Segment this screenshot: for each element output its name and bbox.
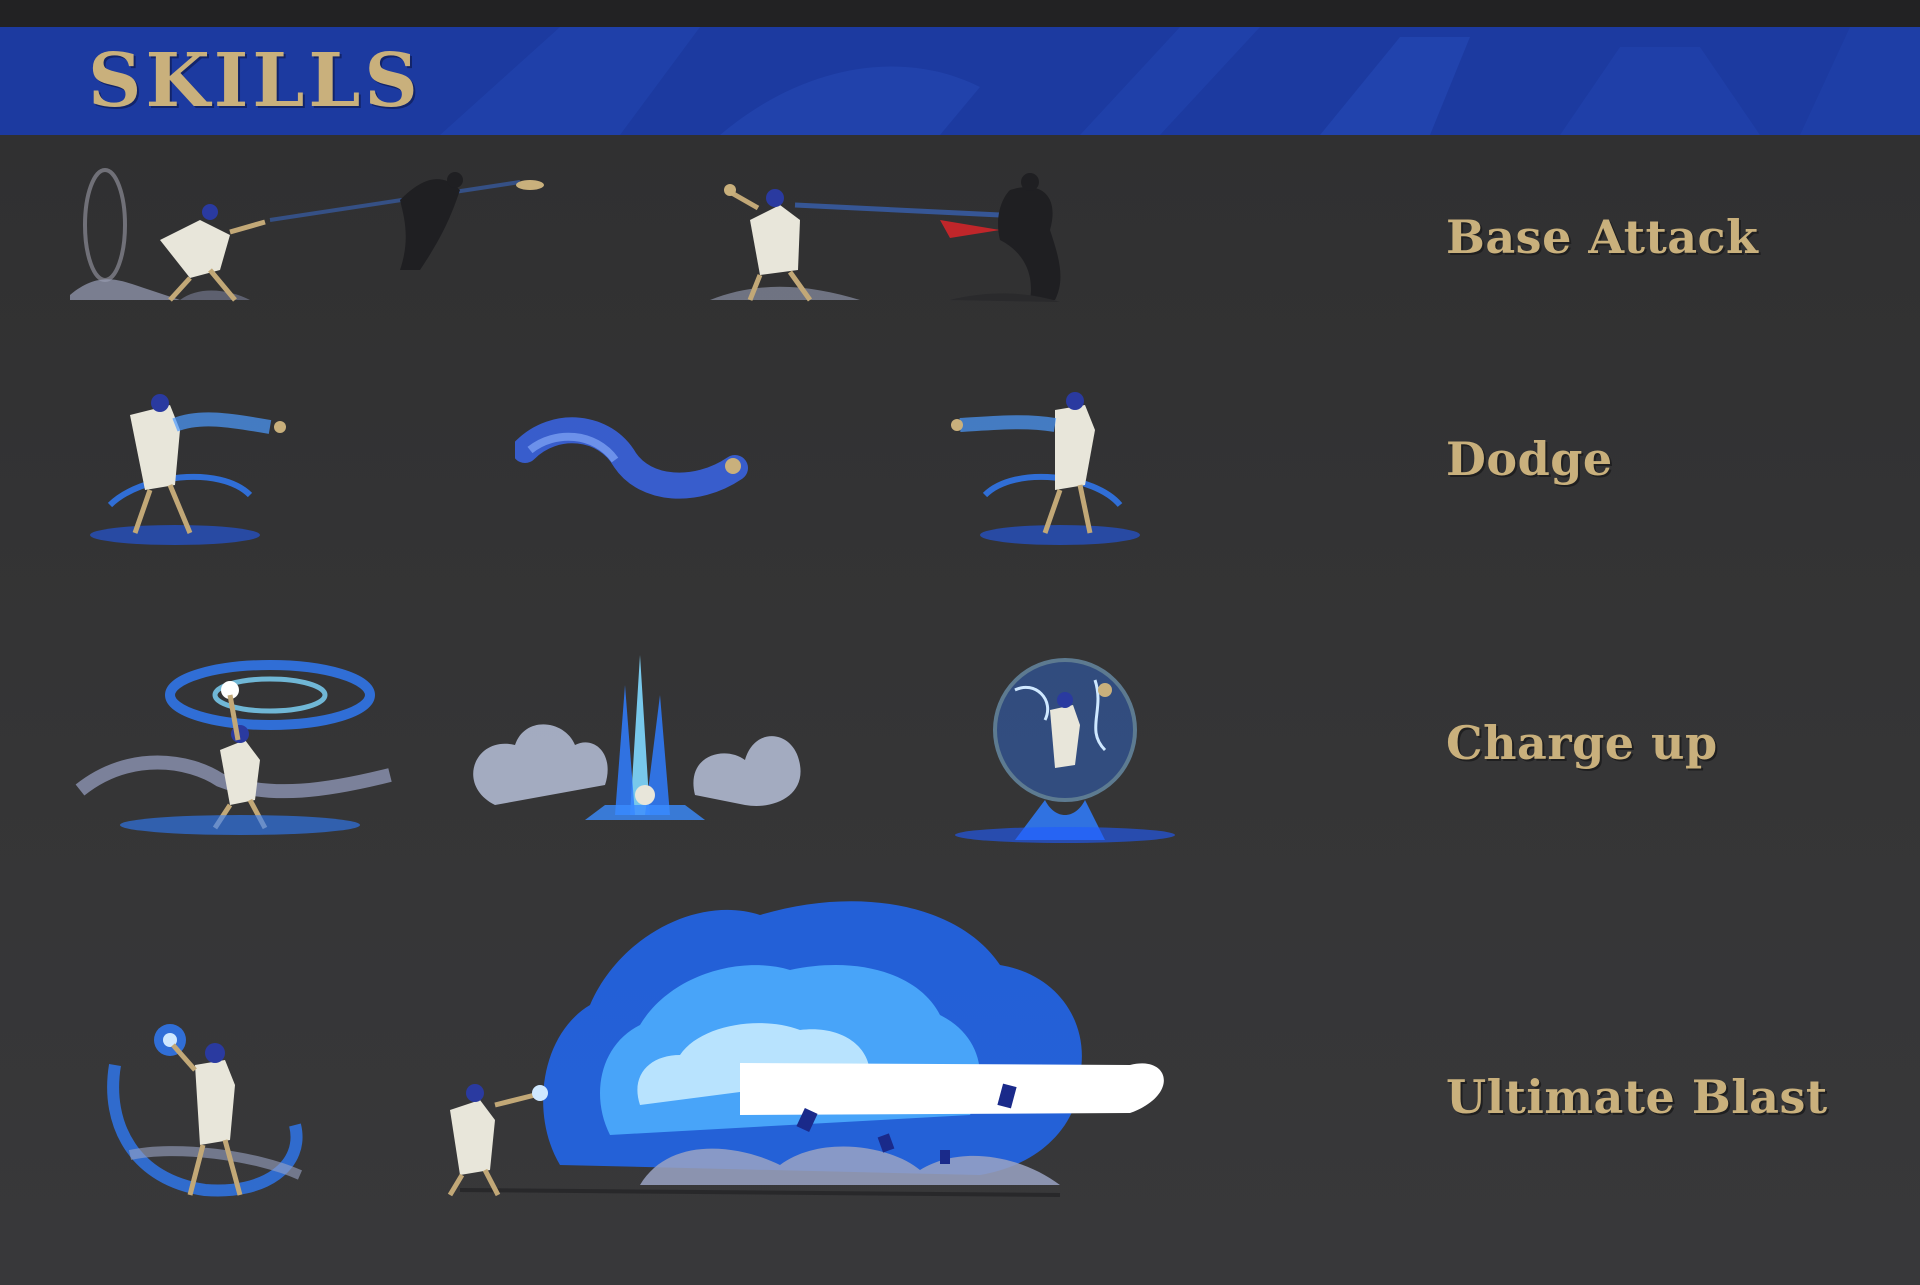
- top-strip: [0, 0, 1920, 27]
- skill-label-ultimate-blast: Ultimate Blast: [1446, 1070, 1828, 1124]
- dodge-frame-1: [90, 394, 286, 545]
- skill-label-charge-up: Charge up: [1446, 716, 1718, 770]
- charge-up-frame-3: [955, 658, 1175, 843]
- skills-sheet: SKILLS Base Attack Dodge Charge up Ultim…: [0, 0, 1920, 1285]
- charge-up-frame-2: [473, 655, 801, 820]
- dodge-frame-3: [951, 392, 1140, 545]
- skill-label-base-attack: Base Attack: [1446, 210, 1759, 264]
- charge-up-frame-1: [75, 660, 392, 835]
- base-attack-frame-1: [70, 168, 544, 302]
- ultimate-blast-frame-1: [107, 1024, 303, 1197]
- base-attack-frame-2: [710, 173, 1061, 302]
- header-banner: SKILLS: [0, 27, 1920, 135]
- ultimate-blast-frame-2: [447, 901, 1164, 1197]
- dodge-frame-2: [515, 417, 748, 499]
- skill-label-dodge: Dodge: [1446, 432, 1613, 486]
- page-title: SKILLS: [88, 38, 422, 124]
